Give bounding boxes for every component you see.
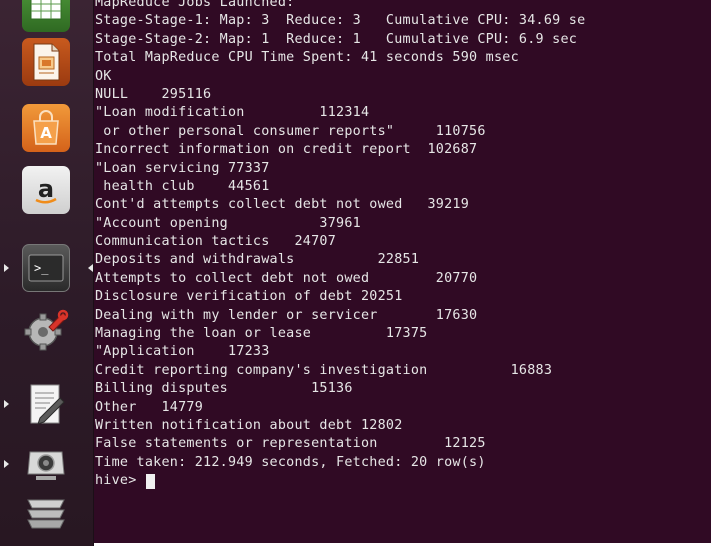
- shopping-bag-icon: A: [33, 110, 59, 145]
- terminal-line: Credit reporting company's investigation…: [95, 362, 553, 378]
- launcher-item-text-editor[interactable]: [22, 380, 70, 428]
- gear-wrench-icon: [24, 309, 69, 351]
- svg-text:a: a: [38, 175, 54, 203]
- terminal-line: Time taken: 212.949 seconds, Fetched: 20…: [95, 454, 486, 470]
- terminal-line: OK: [95, 68, 112, 84]
- presentation-icon: [33, 43, 60, 81]
- svg-text:>_: >_: [34, 261, 49, 275]
- svg-text:A: A: [40, 124, 52, 142]
- launcher-item-terminal[interactable]: >_: [22, 244, 70, 292]
- terminal-line: Stage-Stage-1: Map: 3 Reduce: 3 Cumulati…: [95, 13, 586, 29]
- text-cursor: [145, 473, 155, 489]
- running-indicator: [4, 400, 9, 408]
- terminal-line: "Loan modification 112314: [95, 105, 370, 121]
- text-editor-icon: [30, 384, 65, 425]
- webcam-icon: [27, 451, 65, 480]
- launcher-item-cheese-webcam[interactable]: [22, 438, 70, 486]
- terminal-line: Written notification about debt 12802: [95, 417, 403, 433]
- terminal-line: Stage-Stage-2: Map: 1 Reduce: 1 Cumulati…: [95, 31, 578, 47]
- terminal-line: NULL 295116: [95, 86, 212, 102]
- terminal-line: Cont'd attempts collect debt not owed 39…: [95, 197, 470, 213]
- terminal-line: Attempts to collect debt not owed 20770: [95, 270, 478, 286]
- terminal-line: health club 44561: [95, 178, 270, 194]
- launcher-item-amazon[interactable]: a: [22, 166, 70, 214]
- launcher-item-workspaces[interactable]: [22, 488, 70, 536]
- running-indicator: [4, 264, 9, 272]
- terminal-window[interactable]: MapReduce Jobs Launched: Stage-Stage-1: …: [94, 0, 711, 543]
- workspace-icon: [27, 499, 65, 529]
- terminal-output: MapReduce Jobs Launched: Stage-Stage-1: …: [95, 0, 585, 491]
- terminal-line: Disclosure verification of debt 20251: [95, 289, 403, 305]
- terminal-line: "Loan servicing 77337: [95, 160, 270, 176]
- terminal-line: or other personal consumer reports" 1107…: [95, 123, 486, 139]
- shell-prompt: hive>: [95, 473, 145, 489]
- desktop-screen: A a >_ MapReduce Jobs Launched: Stage-St…: [0, 0, 715, 546]
- launcher-item-system-settings[interactable]: [22, 306, 70, 354]
- terminal-line: Total MapReduce CPU Time Spent: 41 secon…: [95, 50, 519, 66]
- prompt-line[interactable]: hive>: [95, 472, 585, 490]
- terminal-line: Managing the loan or lease 17375: [95, 326, 428, 342]
- terminal-icon: >_: [28, 254, 64, 282]
- running-indicator: [4, 460, 9, 468]
- unity-launcher: A a >_: [0, 0, 94, 546]
- terminal-line: Other 14779: [95, 399, 204, 415]
- terminal-line: Billing disputes 15136: [95, 381, 353, 397]
- launcher-item-spreadsheet[interactable]: [22, 0, 70, 32]
- terminal-line: Incorrect information on credit report 1…: [95, 142, 478, 158]
- launcher-item-software-center[interactable]: A: [22, 104, 70, 152]
- terminal-line: Communication tactics 24707: [95, 234, 337, 250]
- terminal-line: Deposits and withdrawals 22851: [95, 252, 420, 268]
- terminal-line: Dealing with my lender or servicer 17630: [95, 307, 478, 323]
- launcher-item-presentation[interactable]: [22, 38, 70, 86]
- terminal-line: "Application 17233: [95, 344, 270, 360]
- terminal-line: False statements or representation 12125: [95, 436, 486, 452]
- terminal-line: MapReduce Jobs Launched:: [95, 0, 295, 10]
- terminal-line: "Account opening 37961: [95, 215, 361, 231]
- spreadsheet-icon: [30, 0, 62, 20]
- focused-indicator: [88, 264, 93, 272]
- amazon-icon: a: [35, 175, 57, 204]
